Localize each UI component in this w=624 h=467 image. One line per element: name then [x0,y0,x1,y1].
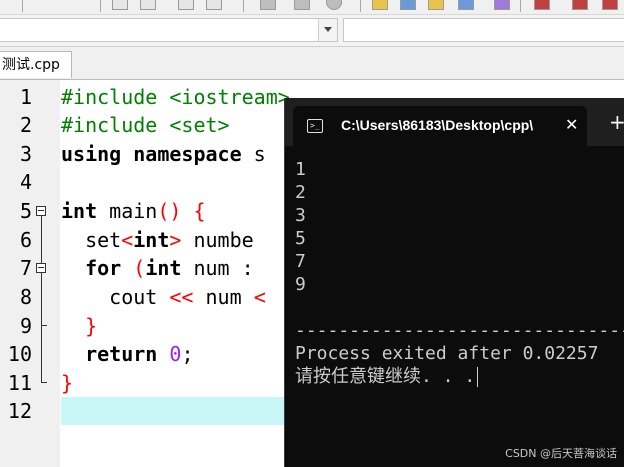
bookmark-icon[interactable] [494,0,510,10]
save-icon[interactable] [178,0,194,10]
line-number: 6 [19,228,32,252]
watermark: CSDN @后天菩海谈话 [505,447,617,460]
close-icon[interactable]: ✕ [565,115,578,134]
separator-line: -------------------------------- [295,320,624,341]
process-exit-line: Process exited after 0.02257 [295,343,599,364]
debug-icon[interactable] [294,0,310,10]
code-line-5: int main() { [61,199,206,223]
output-line: 3 [295,205,306,226]
line-number: 2 [19,113,32,137]
line-number: 10 [7,342,32,366]
output-line: 5 [295,228,306,249]
main-toolbar [0,0,624,15]
tab-test-cpp[interactable]: 测试.cpp [0,51,72,78]
fold-toggle-icon[interactable] [36,263,46,273]
text-cursor [477,367,479,387]
new-tab-icon[interactable]: + [609,110,624,134]
terminal-icon: >_ [307,119,323,133]
toolbar-separator [243,0,244,12]
code-line-9: } [85,314,98,338]
line-number: 12 [7,399,32,423]
class-combo[interactable] [0,18,338,42]
editor-tab-row: 测试.cpp [0,47,624,80]
compile-icon[interactable] [206,0,222,10]
line-number: 5 [19,199,32,223]
fold-guide-line [41,273,42,382]
console-title: C:\Users\86183\Desktop\cpp\ [341,117,534,133]
toolbar-separator [100,0,101,12]
project-icon[interactable] [400,0,416,10]
open-file-icon[interactable] [140,0,156,10]
code-line-10: return 0; [85,342,194,366]
code-line-11: } [61,371,74,395]
console-tab[interactable]: >_ C:\Users\86183\Desktop\cpp\ ✕ [293,106,587,146]
output-line: 2 [295,182,306,203]
code-line-1: #include <iostream> [61,85,290,109]
toolbar-separator [520,0,521,12]
line-number: 3 [19,142,32,166]
code-line-3: using namespace s [61,142,266,166]
profile-icon[interactable] [602,0,618,10]
code-line-8: cout << num < [61,285,266,309]
chart-icon[interactable] [572,0,588,10]
run-icon[interactable] [260,0,276,10]
console-tab-bar: >_ C:\Users\86183\Desktop\cpp\ ✕ + [285,98,624,146]
line-number: 11 [7,371,32,395]
line-number: 4 [19,170,32,194]
code-line-7: for (int num : [85,256,254,280]
output-line: 1 [295,159,306,180]
fold-guide-line [41,216,42,263]
code-line-2: #include <set> [61,113,230,137]
line-number: 8 [19,285,32,309]
new-file-icon[interactable] [112,0,128,10]
fold-toggle-icon[interactable] [36,206,46,216]
chevron-down-icon[interactable] [318,19,337,41]
toggle-breakpoint-icon[interactable] [534,0,550,10]
add-file-icon[interactable] [428,0,444,10]
line-number: 7 [19,256,32,280]
press-key-line: 请按任意键继续. . . [295,365,624,388]
console-window[interactable]: >_ C:\Users\86183\Desktop\cpp\ ✕ + 12357… [284,98,624,467]
fold-end-marker [41,325,47,326]
line-number: 9 [19,314,32,338]
fold-end-marker [41,382,47,383]
class-browser-icon[interactable] [372,0,388,10]
toolbar-separator [22,0,23,12]
options-icon[interactable] [458,0,474,10]
class-function-bar [0,15,624,47]
toolbar-separator [360,0,361,12]
stop-icon[interactable] [326,0,342,10]
function-combo[interactable] [343,18,624,42]
output-line: 9 [295,274,306,295]
console-output: 123579 -------------------------------- P… [295,158,624,388]
press-key-text: 请按任意键继续. . . [295,366,476,387]
line-number: 1 [19,85,32,109]
code-line-6: set<int> numbe [61,228,254,252]
output-line: 7 [295,251,306,272]
line-number-gutter: 1 2 3 4 5 6 7 8 9 10 11 12 [0,80,60,467]
